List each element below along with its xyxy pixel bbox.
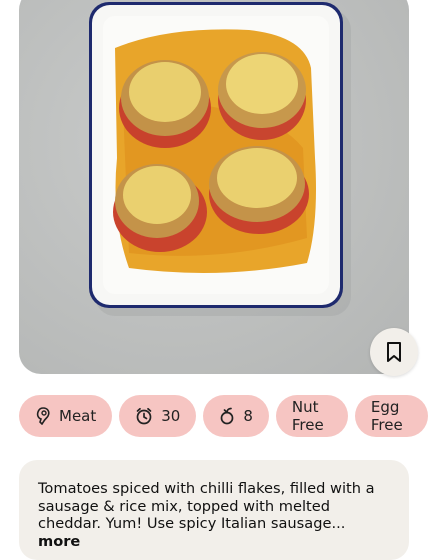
more-link[interactable]: more [38,533,80,550]
recipe-description: Tomatoes spiced with chilli flakes, fill… [38,480,375,533]
tag-label: Egg Free [370,398,403,434]
tag-ingredients[interactable]: 8 [203,395,269,437]
tag-label: 30 [161,407,181,425]
tag-nut-free[interactable]: Nut Free [275,395,348,437]
recipe-hero-image [19,0,409,374]
tag-meat[interactable]: Meat [19,395,113,437]
tag-time[interactable]: 30 [119,395,197,437]
tag-egg-free[interactable]: Egg Free [354,395,428,437]
recipe-description-card: Tomatoes spiced with chilli flakes, fill… [19,460,409,560]
tag-label: 8 [243,407,253,425]
ingredients-icon [220,407,234,425]
stuffed-tomatoes-photo [89,2,351,316]
meat-icon [36,407,50,425]
clock-icon [136,407,152,425]
tag-label: Nut Free [291,398,324,434]
bookmark-button[interactable] [370,328,418,376]
tag-label: Meat [59,407,97,425]
bookmark-icon [387,342,401,362]
recipe-tags: Meat 30 8 Nut Free Egg Free [19,395,428,437]
